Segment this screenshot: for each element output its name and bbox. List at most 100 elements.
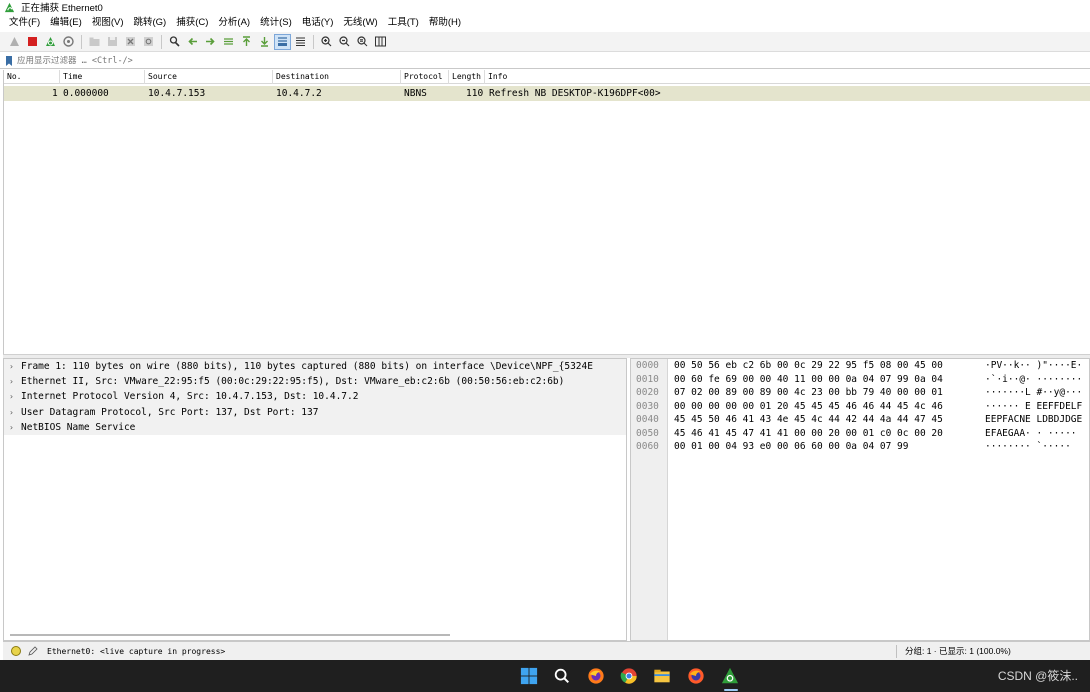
bytes-offset: 0000 [636, 360, 659, 371]
bytes-hex[interactable]: 07 02 00 89 00 89 00 4c 23 00 bb 79 40 0… [674, 387, 943, 398]
column-header-length[interactable]: Length [449, 70, 485, 84]
bytes-ascii[interactable]: ······ E EEFFDELF [985, 401, 1082, 412]
go-last-button[interactable] [256, 34, 273, 50]
windows-start-icon[interactable] [519, 666, 539, 686]
go-back-button[interactable] [184, 34, 201, 50]
menu-file[interactable]: 文件(F) [4, 14, 45, 32]
detail-text: Frame 1: 110 bytes on wire (880 bits), 1… [21, 361, 593, 372]
toolbar-separator [161, 34, 162, 49]
detail-text: Internet Protocol Version 4, Src: 10.4.7… [21, 391, 359, 403]
bytes-hex[interactable]: 00 50 56 eb c2 6b 00 0c 29 22 95 f5 08 0… [674, 360, 943, 371]
go-first-button[interactable] [238, 34, 255, 50]
watermark-text: CSDN @筱沫.. [997, 669, 1078, 683]
resize-columns-button[interactable] [372, 34, 389, 50]
file-explorer-icon[interactable] [652, 666, 672, 686]
save-file-button[interactable] [104, 34, 121, 50]
bytes-ascii[interactable]: EFAEGAA· · ····· [985, 428, 1077, 439]
shark-fin-icon [10, 37, 19, 46]
search-icon[interactable] [552, 666, 572, 686]
bytes-ascii[interactable]: ········ `····· [985, 441, 1071, 452]
expand-arrow-icon[interactable]: › [9, 359, 14, 374]
wireshark-icon[interactable] [720, 666, 740, 686]
bytes-hex[interactable]: 45 45 50 46 41 43 4e 45 4c 44 42 44 4a 4… [674, 414, 943, 425]
normal-size-button[interactable] [354, 34, 371, 50]
detail-udp[interactable]: › User Datagram Protocol, Src Port: 137, … [4, 404, 626, 420]
zoom-out-icon [339, 36, 350, 47]
bytes-offset: 0040 [636, 414, 659, 425]
menu-tools[interactable]: 工具(T) [383, 14, 424, 32]
bytes-ascii[interactable]: ·`·i··@· ········ [985, 374, 1082, 385]
expand-arrow-icon[interactable]: › [9, 420, 14, 435]
menu-wireless[interactable]: 无线(W) [338, 14, 382, 32]
column-header-info[interactable]: Info [485, 70, 1085, 84]
menu-view[interactable]: 视图(V) [87, 14, 129, 32]
auto-scroll-icon [278, 37, 287, 46]
zoom-out-button[interactable] [336, 34, 353, 50]
packet-length: 110 [466, 88, 484, 99]
auto-scroll-button[interactable] [274, 33, 291, 50]
firefox-dev-icon[interactable] [686, 666, 706, 686]
menu-analyze[interactable]: 分析(A) [213, 14, 255, 32]
menu-edit[interactable]: 编辑(E) [45, 14, 87, 32]
detail-text: Ethernet II, Src: VMware_22:95:f5 (00:0c… [21, 376, 565, 388]
bookmark-icon[interactable] [4, 55, 14, 67]
bytes-hex[interactable]: 00 01 00 04 93 e0 00 06 60 00 0a 04 07 9… [674, 441, 909, 452]
detail-frame[interactable]: › Frame 1: 110 bytes on wire (880 bits), … [4, 359, 626, 375]
go-forward-button[interactable] [202, 34, 219, 50]
colorize-button[interactable] [292, 34, 309, 50]
restart-capture-button[interactable] [42, 34, 59, 50]
horizontal-scrollbar[interactable] [10, 634, 450, 636]
bytes-hex[interactable]: 00 00 00 00 00 01 20 45 45 45 46 46 44 4… [674, 401, 943, 412]
bytes-hex[interactable]: 45 46 41 45 47 41 41 00 00 20 00 01 c0 0… [674, 428, 943, 439]
gear-icon [63, 36, 74, 47]
display-filter-bar [0, 53, 1090, 69]
packet-row[interactable]: 1 0.000000 10.4.7.153 10.4.7.2 NBNS 110 … [4, 86, 1090, 101]
detail-ethernet[interactable]: › Ethernet II, Src: VMware_22:95:f5 (00:0… [4, 374, 626, 390]
stop-capture-button[interactable] [24, 34, 41, 50]
menu-telephony[interactable]: 电话(Y) [297, 14, 339, 32]
zoom-in-button[interactable] [318, 34, 335, 50]
column-header-source[interactable]: Source [145, 70, 273, 84]
column-header-protocol[interactable]: Protocol [401, 70, 449, 84]
detail-text: User Datagram Protocol, Src Port: 137, D… [21, 406, 319, 418]
menu-bar: 文件(F) 编辑(E) 视图(V) 跳转(G) 捕获(C) 分析(A) 统计(S… [0, 14, 1090, 32]
open-file-button[interactable] [86, 34, 103, 50]
display-filter-input[interactable] [17, 55, 917, 66]
detail-ipv4[interactable]: › Internet Protocol Version 4, Src: 10.4.… [4, 389, 626, 405]
expand-arrow-icon[interactable]: › [9, 389, 14, 404]
expand-arrow-icon[interactable]: › [9, 405, 14, 420]
column-header-destination[interactable]: Destination [273, 70, 401, 84]
capture-comment-icon[interactable] [27, 645, 39, 657]
bytes-offset: 0050 [636, 427, 659, 439]
packet-destination: 10.4.7.2 [276, 88, 322, 99]
packet-counts: 分组: 1 · 已显示: 1 (100.0%) [905, 646, 1011, 656]
start-capture-button[interactable] [6, 34, 23, 50]
firefox-icon[interactable] [586, 666, 606, 686]
capture-options-button[interactable] [60, 34, 77, 50]
column-header-time[interactable]: Time [60, 70, 145, 84]
magnifier-icon [169, 36, 180, 47]
go-to-packet-button[interactable] [220, 34, 237, 50]
find-packet-button[interactable] [166, 34, 183, 50]
bytes-ascii[interactable]: ·PV··k·· )"····E· [985, 360, 1082, 371]
active-app-indicator [724, 689, 738, 691]
chrome-icon[interactable] [619, 666, 639, 686]
menu-capture[interactable]: 捕获(C) [171, 14, 213, 32]
bytes-hex[interactable]: 00 60 fe 69 00 00 40 11 00 00 0a 04 07 9… [674, 374, 943, 385]
expand-arrow-icon[interactable]: › [9, 374, 14, 389]
expert-info-led-icon[interactable] [11, 646, 21, 656]
detail-nbns[interactable]: › NetBIOS Name Service [4, 419, 626, 435]
menu-go[interactable]: 跳转(G) [128, 14, 171, 32]
bytes-ascii[interactable]: ·······L #··y@··· [985, 387, 1082, 398]
zoom-in-icon [321, 36, 332, 47]
bytes-offset: 0060 [636, 441, 659, 452]
bytes-ascii[interactable]: EEPFACNE LDBDJDGE [985, 414, 1082, 425]
save-icon [108, 37, 117, 46]
arrow-up-bar-icon [243, 36, 250, 46]
close-file-button[interactable] [122, 34, 139, 50]
main-toolbar [0, 32, 1090, 52]
menu-help[interactable]: 帮助(H) [424, 14, 466, 32]
menu-statistics[interactable]: 统计(S) [255, 14, 297, 32]
column-header-no[interactable]: No. [4, 70, 60, 84]
reload-file-button[interactable] [140, 34, 157, 50]
